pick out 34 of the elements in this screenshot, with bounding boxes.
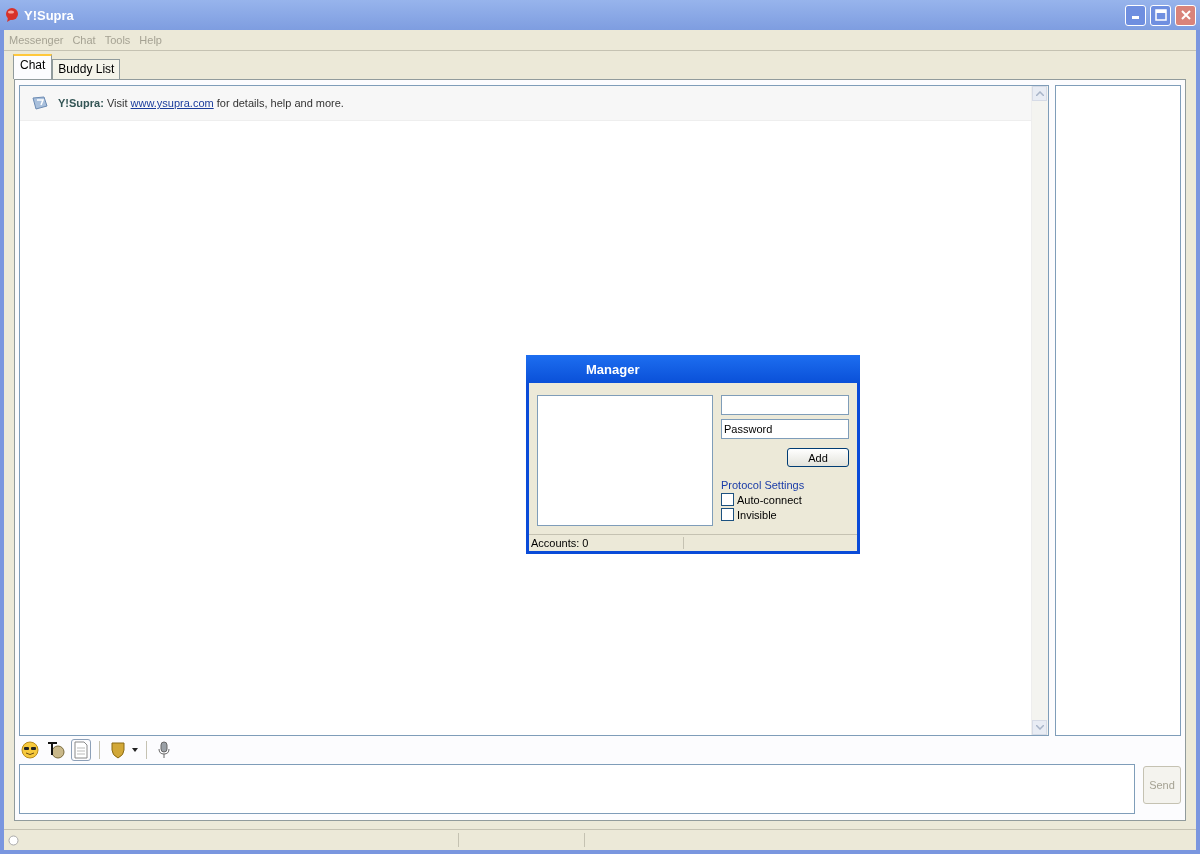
shield-icon[interactable] (110, 741, 126, 759)
username-field[interactable] (721, 395, 849, 415)
smiley-icon[interactable] (21, 741, 39, 759)
tab[interactable]: Buddy List (52, 59, 121, 79)
dialog-title: Manager (586, 361, 640, 377)
minimize-button[interactable] (1125, 4, 1146, 26)
chat-icon (32, 96, 48, 110)
tab[interactable]: Chat (13, 54, 53, 79)
maximize-button[interactable] (1150, 4, 1171, 26)
checkbox[interactable] (721, 508, 734, 521)
checkbox-label: Auto-connect (737, 493, 802, 506)
scroll-up-icon[interactable] (1035, 91, 1044, 96)
scrollbar[interactable] (1031, 86, 1048, 735)
maximize-icon[interactable] (1154, 9, 1167, 21)
section-heading: Protocol Settings (721, 479, 806, 491)
account-list[interactable] (537, 395, 713, 526)
microphone-icon[interactable] (157, 741, 171, 759)
close-icon[interactable] (1179, 9, 1192, 21)
notice-text: Y!Supra: Visit www.ysupra.com for details, help and more. (58, 97, 344, 109)
message-input-field[interactable] (19, 764, 1135, 814)
password-field[interactable]: Password (721, 419, 849, 439)
checkbox-label: Invisible (737, 508, 777, 521)
scroll-down-icon[interactable] (1035, 725, 1044, 730)
app-logo-icon (4, 7, 20, 23)
accounts-count: Accounts: 0 (529, 537, 684, 549)
website-link[interactable]: www.ysupra.com (130, 97, 214, 109)
add-button[interactable]: Add (787, 448, 849, 467)
status-circle-icon (8, 834, 19, 846)
document-icon[interactable] (73, 741, 89, 759)
window-title: Y!Supra (24, 7, 75, 23)
checkbox[interactable] (721, 493, 734, 506)
dropdown-caret-icon[interactable] (132, 748, 138, 752)
text-style-icon[interactable] (47, 741, 65, 759)
close-button[interactable] (1175, 4, 1196, 26)
